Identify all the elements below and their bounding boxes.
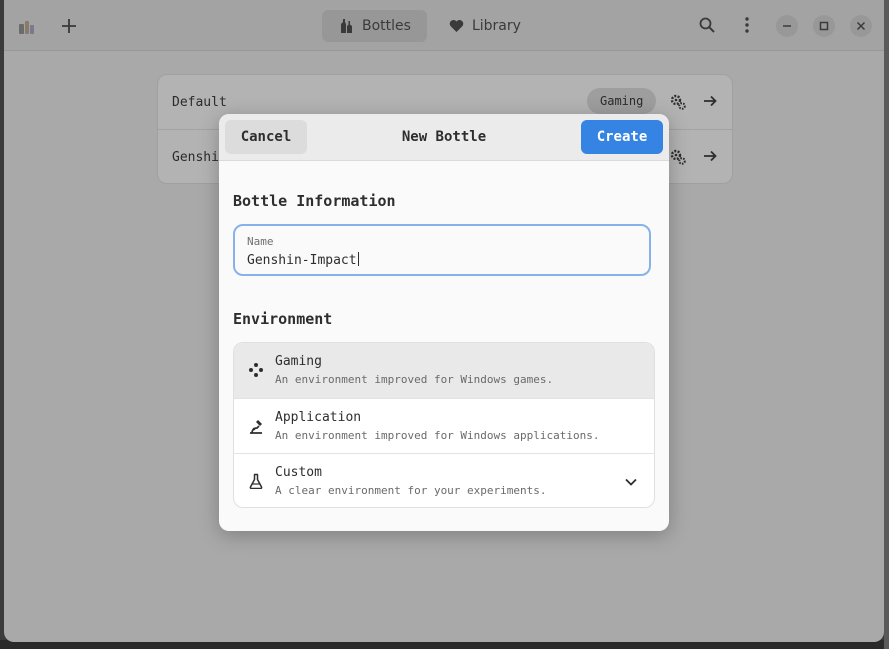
dialog-header: Cancel New Bottle Create — [219, 114, 669, 161]
kebab-menu-icon — [745, 17, 749, 33]
environment-heading: Environment — [233, 310, 333, 328]
add-bottle-button[interactable] — [56, 13, 82, 39]
application-icon — [250, 420, 262, 434]
close-icon — [856, 21, 866, 31]
environment-option-custom[interactable]: Custom A clear environment for your expe… — [234, 453, 654, 507]
minimize-button[interactable] — [776, 15, 798, 37]
environment-list: Gaming An environment improved for Windo… — [233, 342, 655, 508]
tab-library-label: Library — [471, 18, 521, 34]
cancel-button[interactable]: Cancel — [225, 120, 307, 154]
name-field-value[interactable]: Genshin-Impact — [247, 252, 359, 268]
chevron-down-icon[interactable] — [624, 475, 638, 489]
maximize-icon — [819, 21, 829, 31]
environment-description: An environment improved for Windows appl… — [275, 429, 600, 442]
environment-description: An environment improved for Windows game… — [275, 373, 554, 386]
new-bottle-dialog: Cancel New Bottle Create Bottle Informat… — [219, 114, 669, 531]
text-caret — [357, 252, 359, 266]
tab-bottles-label: Bottles — [362, 18, 411, 34]
environment-title: Gaming — [275, 354, 322, 369]
bottle-name: Genshi — [172, 149, 219, 165]
environment-title: Custom — [275, 465, 322, 480]
headerbar: Bottles Library — [4, 0, 884, 51]
app-icon — [16, 16, 36, 36]
environment-title: Application — [275, 410, 362, 425]
bottle-information-heading: Bottle Information — [233, 192, 396, 210]
close-window-button[interactable] — [850, 15, 872, 37]
heart-icon — [449, 20, 464, 32]
tab-library[interactable]: Library — [433, 10, 537, 42]
name-field-label: Name — [247, 235, 274, 248]
tab-bottles[interactable]: Bottles — [322, 10, 427, 42]
bottles-icon — [341, 19, 352, 33]
arrow-right-icon[interactable] — [702, 148, 718, 164]
flask-icon — [249, 473, 263, 489]
environment-option-application[interactable]: Application An environment improved for … — [234, 398, 654, 454]
environment-badge: Gaming — [587, 88, 657, 114]
view-switcher: Bottles Library — [322, 10, 537, 42]
desktop-edge — [884, 0, 889, 649]
search-button[interactable] — [696, 14, 718, 36]
plus-icon — [62, 19, 76, 33]
environment-description: A clear environment for your experiments… — [275, 484, 547, 497]
environment-option-gaming[interactable]: Gaming An environment improved for Windo… — [234, 343, 654, 398]
main-menu-button[interactable] — [736, 14, 758, 36]
gears-icon[interactable] — [670, 94, 686, 110]
gamepad-icon — [249, 363, 263, 377]
search-icon — [699, 17, 715, 33]
create-button[interactable]: Create — [581, 120, 663, 154]
name-field[interactable]: Name Genshin-Impact — [233, 224, 651, 276]
arrow-right-icon[interactable] — [702, 93, 718, 109]
maximize-button[interactable] — [813, 15, 835, 37]
minimize-icon — [783, 25, 791, 27]
gears-icon[interactable] — [670, 149, 686, 165]
bottle-name: Default — [172, 94, 227, 110]
